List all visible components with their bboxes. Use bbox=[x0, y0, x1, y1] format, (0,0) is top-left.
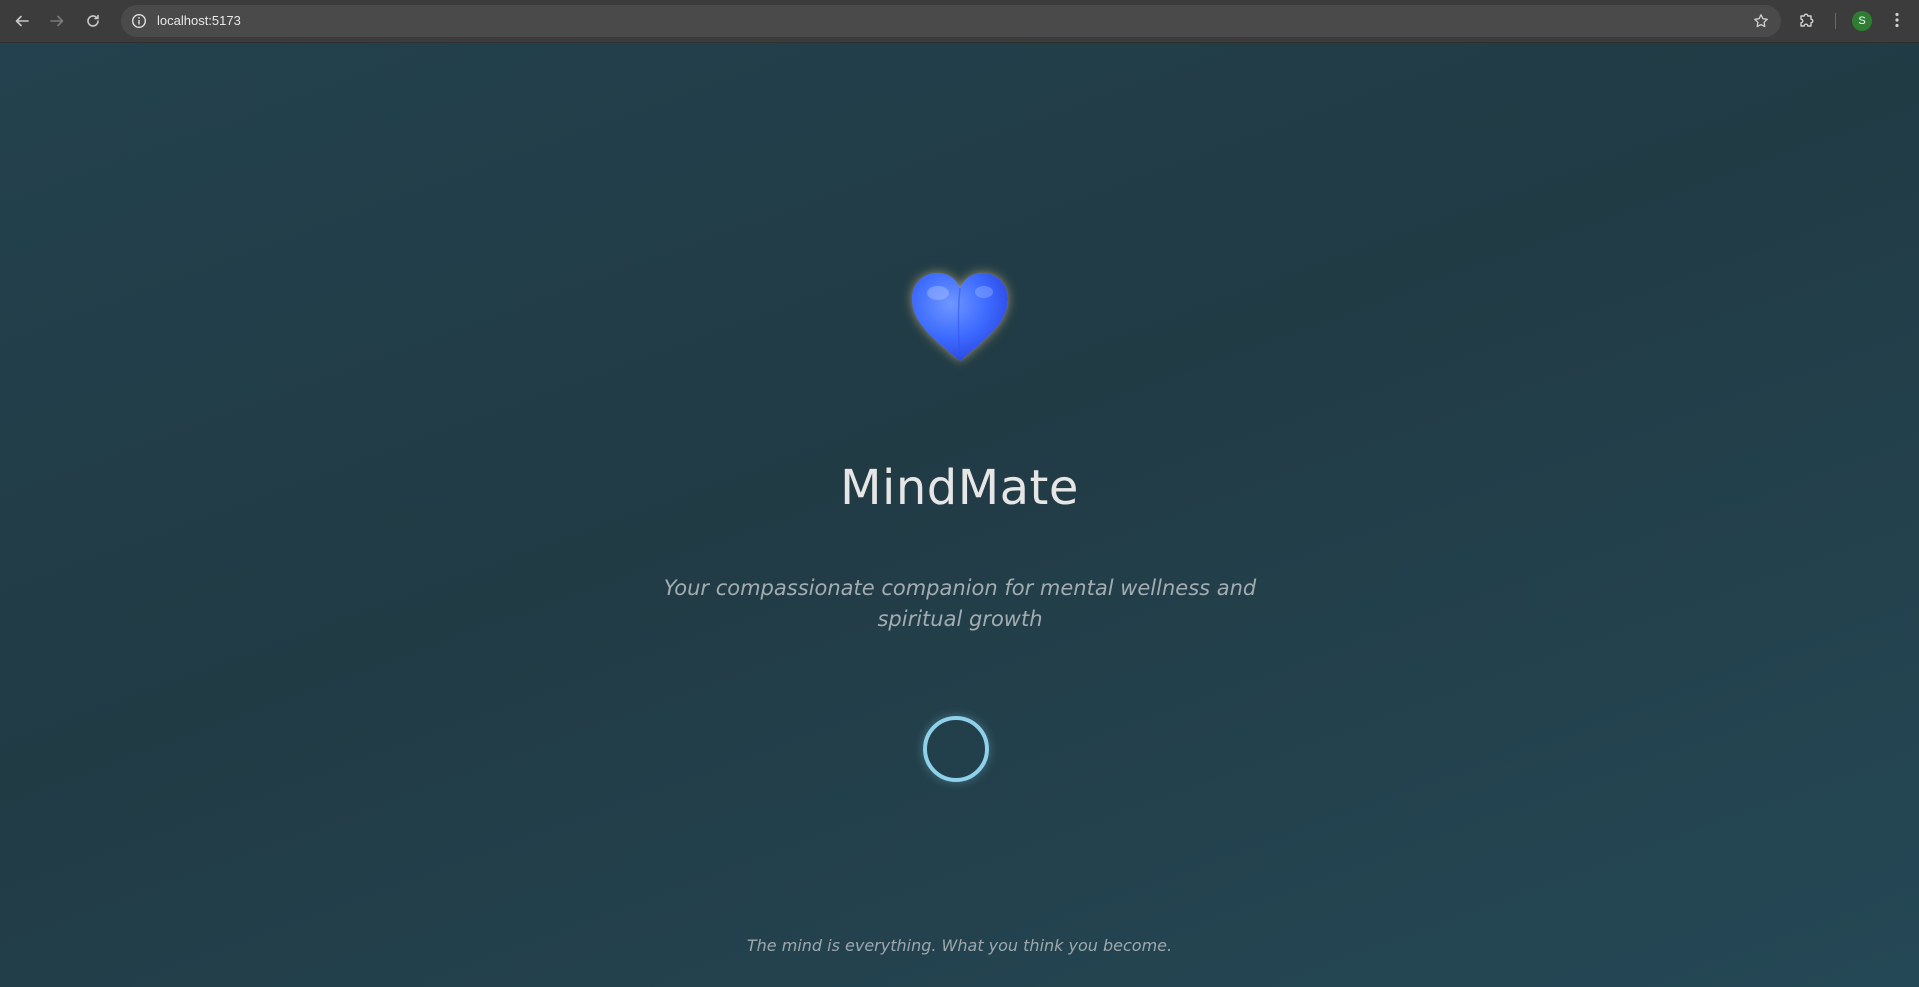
app-tagline: Your compassionate companion for mental … bbox=[663, 576, 1257, 631]
extensions-puzzle-icon[interactable] bbox=[1798, 11, 1816, 29]
profile-avatar[interactable]: S bbox=[1852, 11, 1872, 31]
forward-button[interactable] bbox=[45, 9, 69, 33]
reload-icon bbox=[87, 14, 99, 27]
app-title: MindMate bbox=[840, 460, 1079, 516]
address-bar[interactable]: localhost:5173 bbox=[121, 5, 1781, 37]
loading-spinner bbox=[923, 716, 989, 782]
arrow-left-icon bbox=[15, 15, 29, 27]
blue-heart-icon bbox=[912, 273, 1008, 362]
info-icon[interactable] bbox=[131, 13, 147, 29]
toolbar-divider bbox=[1835, 13, 1836, 29]
logo bbox=[905, 268, 1015, 368]
splash-screen: MindMate Your compassionate companion fo… bbox=[0, 43, 1919, 987]
reload-button[interactable] bbox=[81, 9, 105, 33]
arrow-right-icon bbox=[50, 15, 64, 27]
back-button[interactable] bbox=[10, 9, 34, 33]
footer-quote: The mind is everything. What you think y… bbox=[746, 936, 1173, 955]
bookmark-star-icon[interactable] bbox=[1753, 13, 1769, 29]
kebab-menu-icon[interactable] bbox=[1888, 11, 1906, 29]
browser-toolbar: localhost:5173 S bbox=[0, 0, 1919, 43]
url-text[interactable]: localhost:5173 bbox=[157, 13, 241, 29]
